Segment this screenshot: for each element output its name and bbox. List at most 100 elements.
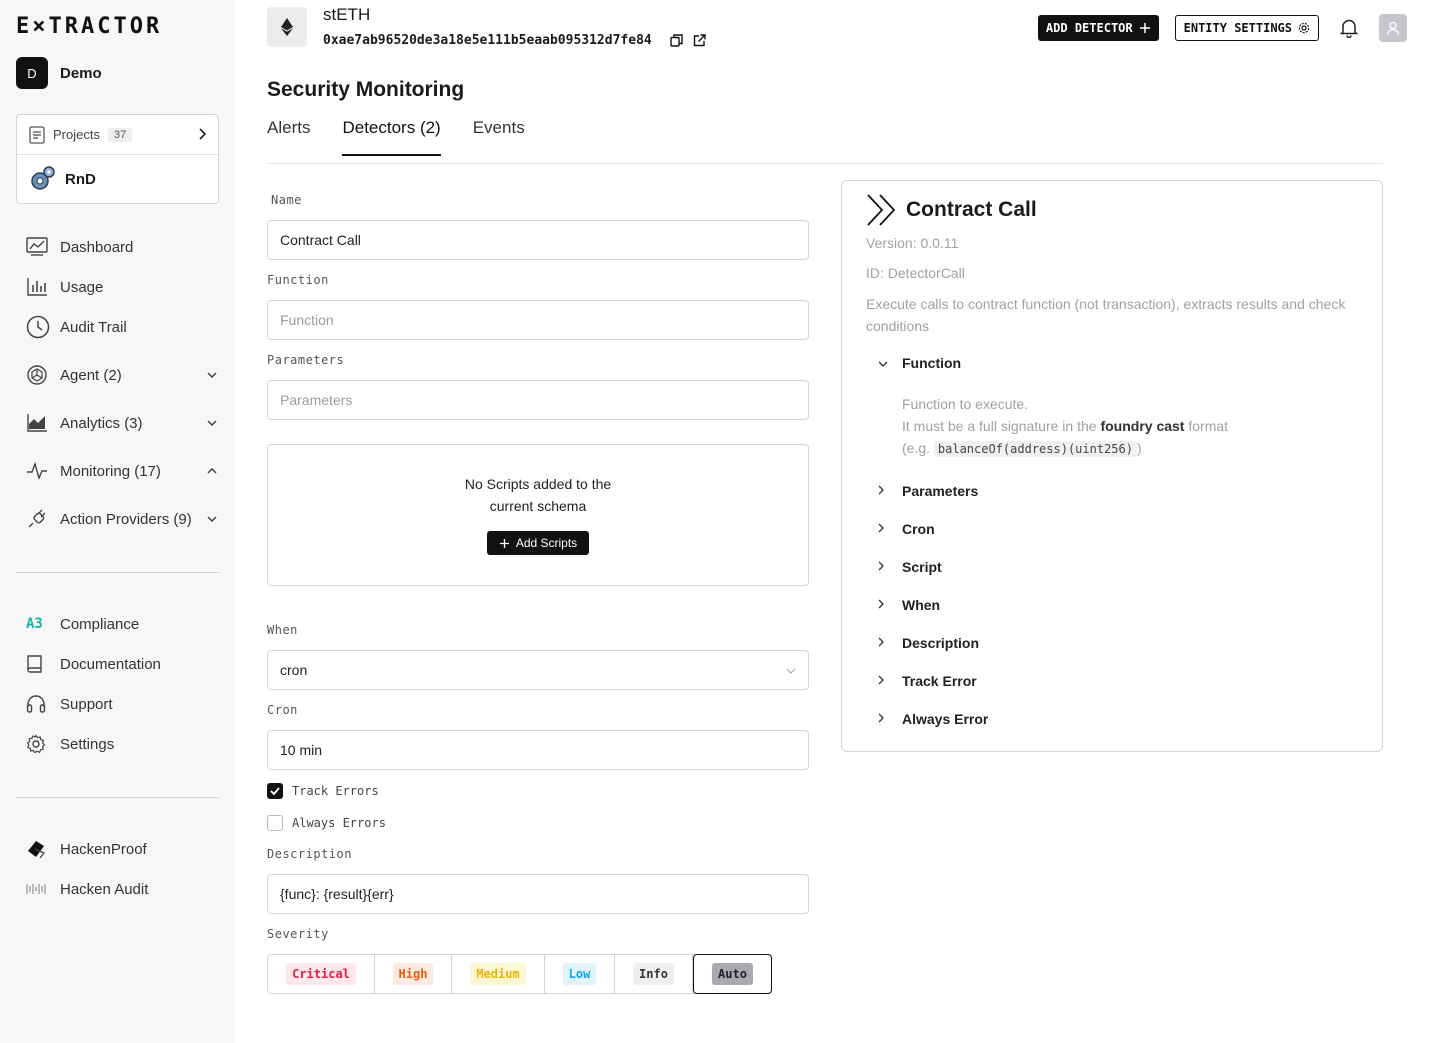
function-label: Function (267, 273, 329, 287)
nav-dashboard[interactable]: Dashboard (16, 227, 219, 267)
chevron-right-icon (878, 636, 892, 650)
accordion-always-error[interactable]: Always Error (878, 711, 988, 727)
parameters-input[interactable]: Parameters (267, 380, 809, 420)
accordion-when[interactable]: When (878, 597, 940, 613)
help-emphasis: foundry cast (1100, 418, 1185, 434)
track-errors-label: Track Errors (292, 784, 379, 798)
secondary-nav: A3 Compliance Documentation Support Sett… (16, 604, 219, 764)
token-icon (267, 7, 307, 47)
severity-medium[interactable]: Medium (452, 955, 545, 993)
severity-auto[interactable]: Auto (693, 954, 772, 994)
nav-hacken-audit[interactable]: Hacken Audit (16, 869, 219, 909)
accordion-track-error[interactable]: Track Error (878, 673, 977, 689)
track-errors-checkbox[interactable] (267, 783, 283, 799)
tab-detectors[interactable]: Detectors (2) (342, 118, 441, 156)
nav-compliance[interactable]: A3 Compliance (16, 604, 219, 644)
function-input[interactable]: Function (267, 300, 809, 340)
org-name: Demo (60, 64, 102, 82)
chevron-right-icon (878, 674, 892, 688)
nav-documentation[interactable]: Documentation (16, 644, 219, 684)
entity-settings-button[interactable]: ENTITY SETTINGS (1174, 15, 1319, 41)
nav-settings[interactable]: Settings (16, 724, 219, 764)
accordion-label: Description (902, 635, 980, 651)
chevron-down-icon (207, 369, 217, 381)
severity-critical[interactable]: Critical (268, 955, 375, 993)
plug-icon (16, 508, 60, 530)
tab-alerts[interactable]: Alerts (267, 118, 310, 156)
analytics-icon (16, 413, 60, 433)
accordion-description[interactable]: Description (878, 635, 979, 651)
book-icon (16, 654, 60, 674)
accordion-label: Script (902, 559, 942, 575)
pulse-icon (16, 462, 60, 480)
token-name: stETH (323, 5, 371, 24)
always-errors-checkbox[interactable] (267, 815, 283, 831)
track-errors-row: Track Errors (267, 783, 379, 799)
when-select[interactable]: cron (267, 650, 809, 690)
org-avatar: D (16, 57, 48, 89)
nav-support[interactable]: Support (16, 684, 219, 724)
help-text: format (1184, 418, 1229, 434)
severity-low[interactable]: Low (545, 955, 615, 993)
headset-icon (16, 694, 60, 714)
chevron-down-icon (878, 356, 892, 370)
function-help-line: Function to execute. (902, 396, 1029, 412)
nav-usage[interactable]: Usage (16, 267, 219, 307)
token-address: 0xae7ab96520de3a18e5e111b5eaab095312d7fe… (323, 33, 652, 48)
external-nav: HackenProof Hacken Audit (16, 829, 219, 909)
notifications-bell-icon[interactable] (1335, 18, 1363, 38)
name-input[interactable]: Contract Call (267, 220, 809, 260)
nav-label: Hacken Audit (60, 880, 149, 898)
function-help-line: It must be a full signature in the found… (902, 415, 1228, 437)
user-avatar[interactable] (1379, 14, 1407, 42)
clock-icon (16, 315, 60, 339)
help-text: (e.g. (902, 440, 934, 456)
accordion-parameters[interactable]: Parameters (878, 483, 978, 499)
nav-audit-trail[interactable]: Audit Trail (16, 307, 219, 347)
nav-action-providers[interactable]: Action Providers (9) (16, 499, 219, 539)
sidebar: E×TRACTOR D Demo Projects 37 RnD Dashboa… (0, 0, 235, 1043)
current-project[interactable]: RnD (17, 155, 218, 203)
severity-high[interactable]: High (375, 955, 452, 993)
add-detector-button[interactable]: ADD DETECTOR (1037, 15, 1159, 41)
cron-label: Cron (267, 703, 298, 717)
copy-icon[interactable] (670, 34, 683, 47)
double-chevron-icon (866, 193, 898, 227)
external-link-icon[interactable] (693, 34, 706, 47)
entity-settings-label: ENTITY SETTINGS (1183, 21, 1292, 35)
severity-badge: Low (562, 963, 597, 985)
accordion-script[interactable]: Script (878, 559, 942, 575)
description-input[interactable]: {func}: {result}{err} (267, 874, 809, 914)
scripts-box: No Scripts added to the current schema A… (267, 444, 809, 586)
severity-badge: Medium (470, 963, 526, 985)
chevron-right-icon (878, 598, 892, 612)
tab-events[interactable]: Events (473, 118, 525, 156)
when-label: When (267, 623, 298, 637)
nav-agent[interactable]: Agent (2) (16, 355, 219, 395)
nav-label: HackenProof (60, 840, 147, 858)
accordion-cron[interactable]: Cron (878, 521, 935, 537)
severity-info[interactable]: Info (615, 955, 693, 993)
accordion-function[interactable]: Function (878, 355, 961, 371)
function-help-line: (e.g. balanceOf(address)(uint256)) (902, 437, 1228, 460)
severity-selector: Critical High Medium Low Info Auto (267, 954, 772, 994)
scripts-empty-message: No Scripts added to the current schema (268, 473, 808, 517)
accordion-label: Function (902, 355, 962, 371)
cron-input[interactable]: 10 min (267, 730, 809, 770)
chevron-right-icon (198, 127, 207, 143)
add-scripts-button[interactable]: Add Scripts (487, 531, 589, 555)
nav-monitoring[interactable]: Monitoring (17) (16, 451, 219, 491)
app-logo[interactable]: E×TRACTOR (16, 14, 162, 39)
gear-icon (16, 734, 60, 754)
chevron-right-icon (878, 522, 892, 536)
chevron-down-icon (207, 417, 217, 429)
sidebar-divider (16, 572, 219, 573)
org-switcher[interactable]: D Demo (16, 57, 102, 89)
projects-link[interactable]: Projects 37 (17, 115, 218, 155)
severity-badge: High (392, 963, 434, 985)
nav-analytics[interactable]: Analytics (3) (16, 403, 219, 443)
projects-label: Projects (53, 127, 100, 142)
nav-hackenproof[interactable]: HackenProof (16, 829, 219, 869)
header-actions: ADD DETECTOR ENTITY SETTINGS (1037, 14, 1407, 42)
hackenproof-icon (16, 839, 60, 859)
